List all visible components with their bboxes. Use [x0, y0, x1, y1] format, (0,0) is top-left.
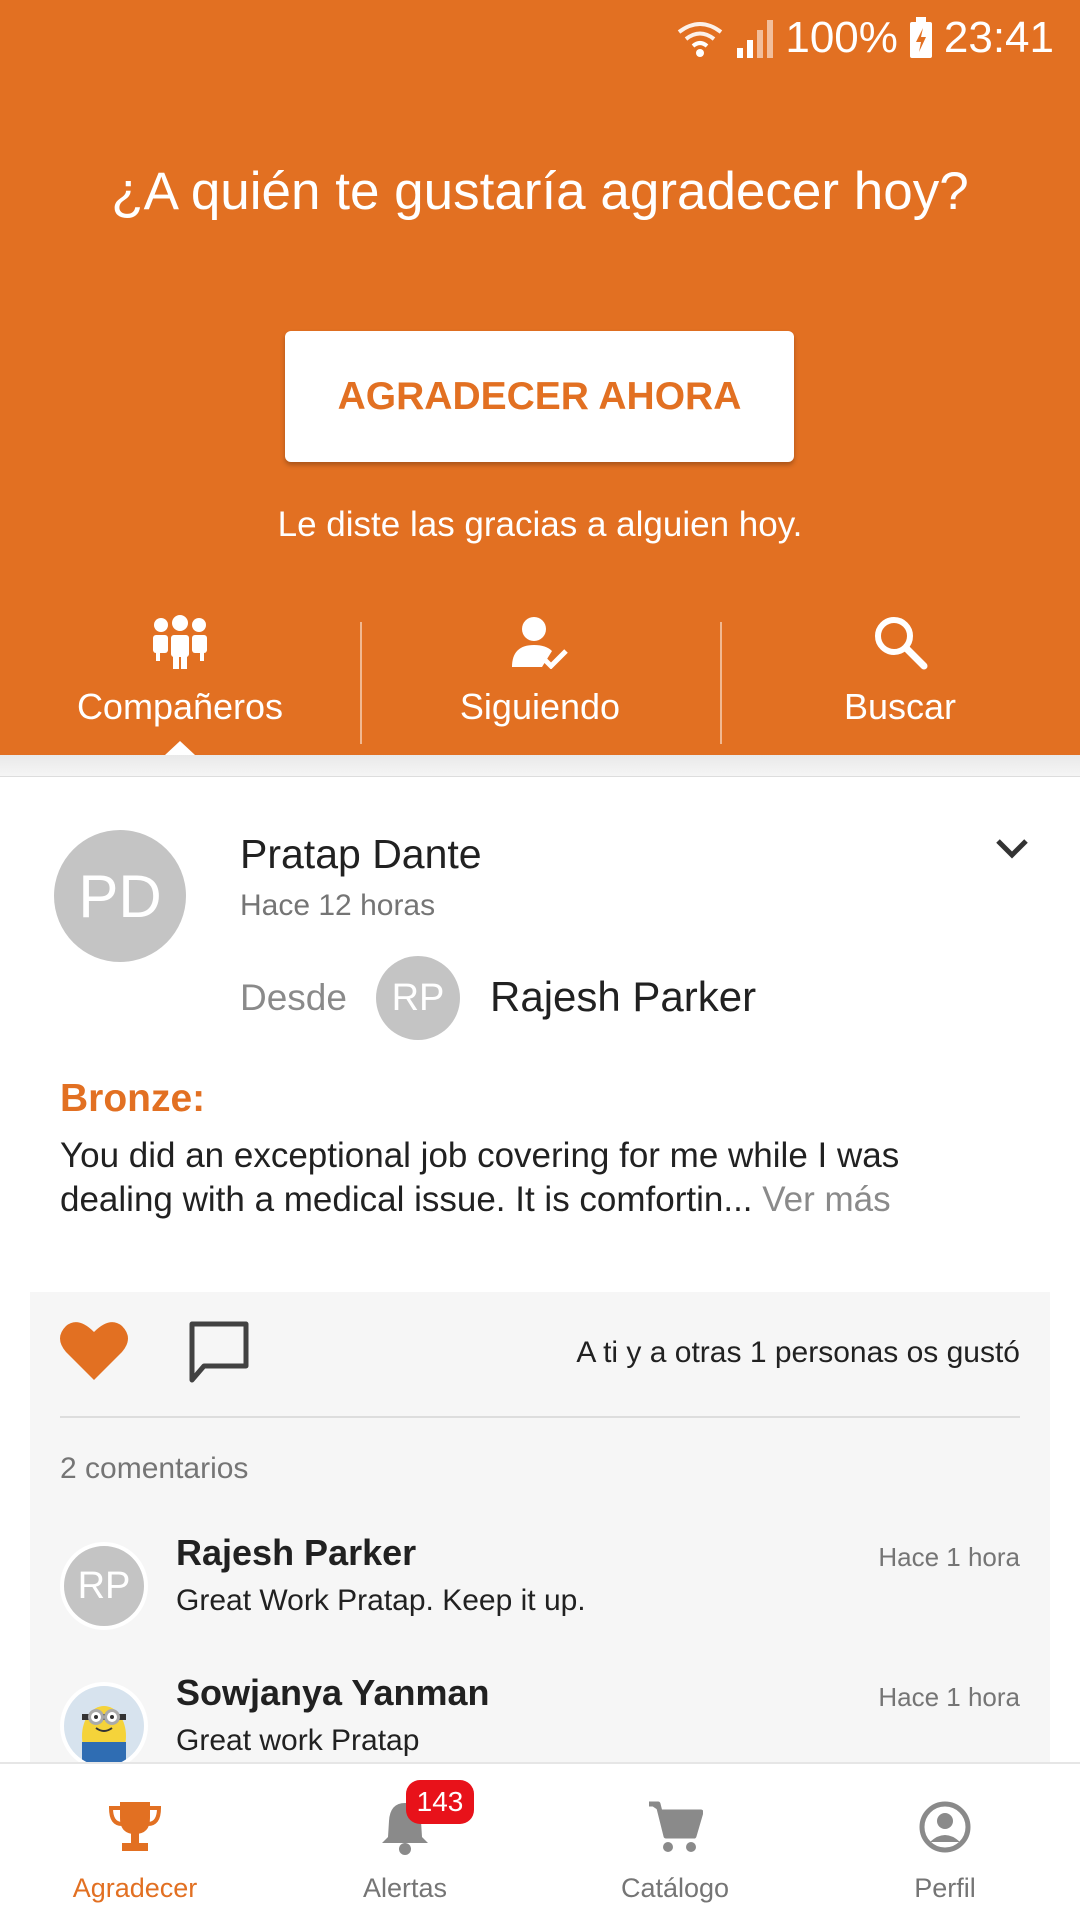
- header-shadow: [0, 755, 1080, 777]
- feed-tabs: Compañeros Siguiendo Buscar: [0, 598, 1080, 755]
- nav-label: Perfil: [914, 1873, 976, 1903]
- comment-time: Hace 1 hora: [878, 1682, 1020, 1712]
- bottom-nav: Agradecer 143 Alertas Catálogo Perfil: [0, 1762, 1080, 1920]
- tab-label: Buscar: [843, 686, 957, 727]
- tab-label: Siguiendo: [459, 686, 621, 727]
- nav-label: Agradecer: [72, 1873, 198, 1903]
- tab-label: Compañeros: [76, 686, 284, 727]
- nav-perfil[interactable]: Perfil: [810, 1764, 1080, 1920]
- thanks-status-text: Le diste las gracias a alguien hoy.: [277, 505, 803, 544]
- status-bar: 100% 23:41: [675, 10, 1054, 66]
- tab-buscar[interactable]: Buscar: [720, 598, 1080, 755]
- comment-author[interactable]: Rajesh Parker: [176, 1532, 416, 1574]
- tab-siguiendo[interactable]: Siguiendo: [360, 598, 720, 755]
- sender-avatar[interactable]: RP: [376, 956, 460, 1040]
- avatar[interactable]: PD: [54, 830, 186, 962]
- tab-divider: [360, 622, 362, 744]
- page-title: ¿A quién te gustaría agradecer hoy?: [111, 162, 969, 221]
- divider: [60, 1416, 1020, 1418]
- notification-badge: 143: [406, 1780, 474, 1824]
- nav-label: Catálogo: [620, 1873, 730, 1903]
- likes-summary[interactable]: A ti y a otras 1 personas os gustó: [576, 1336, 1020, 1370]
- award-level: Bronze:: [60, 1077, 206, 1120]
- wifi-icon: [678, 22, 723, 57]
- active-tab-indicator: [165, 741, 195, 755]
- see-more-link[interactable]: Ver más: [762, 1180, 890, 1219]
- search-icon: [875, 617, 928, 670]
- battery-percent: 100%: [785, 13, 898, 62]
- like-button[interactable]: [58, 1318, 130, 1387]
- recipient-name[interactable]: Pratap Dante: [240, 831, 482, 878]
- engagement-panel: A ti y a otras 1 personas os gustó 2 com…: [30, 1292, 1050, 1770]
- minion-avatar-icon: [82, 1706, 126, 1766]
- comment-count[interactable]: 2 comentarios: [60, 1452, 248, 1486]
- comment-icon: [189, 1321, 249, 1383]
- comment-button[interactable]: [186, 1320, 252, 1391]
- comment-text: Great Work Pratap. Keep it up.: [176, 1584, 586, 1617]
- avatar[interactable]: RP: [60, 1542, 148, 1630]
- chevron-down-icon: [996, 839, 1028, 859]
- nav-label: Alertas: [362, 1873, 448, 1903]
- post-options-button[interactable]: [994, 837, 1030, 866]
- trophy-icon: [108, 1802, 162, 1851]
- post-time: Hace 12 horas: [240, 889, 436, 922]
- comment-time: Hace 1 hora: [878, 1542, 1020, 1572]
- tab-companeros[interactable]: Compañeros: [0, 598, 360, 755]
- clock: 23:41: [943, 13, 1054, 62]
- signal-icon: [737, 20, 774, 58]
- from-label: Desde: [240, 977, 347, 1018]
- post-message: You did an exceptional job covering for …: [60, 1134, 1020, 1222]
- avatar[interactable]: [60, 1682, 148, 1770]
- sender-name[interactable]: Rajesh Parker: [490, 973, 756, 1021]
- profile-icon: [919, 1801, 971, 1853]
- comment-text: Great work Pratap: [176, 1724, 420, 1757]
- comment-author[interactable]: Sowjanya Yanman: [176, 1672, 489, 1714]
- comment-item: RP Rajesh Parker Hace 1 hora Great Work …: [60, 1532, 1020, 1662]
- nav-agradecer[interactable]: Agradecer: [0, 1764, 270, 1920]
- battery-charging-icon: [909, 17, 932, 58]
- thank-now-button[interactable]: AGRADECER AHORA: [285, 331, 794, 462]
- tab-divider: [720, 622, 722, 744]
- header: 100% 23:41 ¿A quién te gustaría agradece…: [0, 0, 1080, 755]
- nav-catalogo[interactable]: Catálogo: [540, 1764, 810, 1920]
- cart-icon: [649, 1801, 703, 1852]
- nav-alertas[interactable]: 143 Alertas: [270, 1764, 540, 1920]
- heart-icon: [60, 1322, 128, 1380]
- group-icon: [153, 615, 207, 669]
- person-check-icon: [512, 617, 568, 669]
